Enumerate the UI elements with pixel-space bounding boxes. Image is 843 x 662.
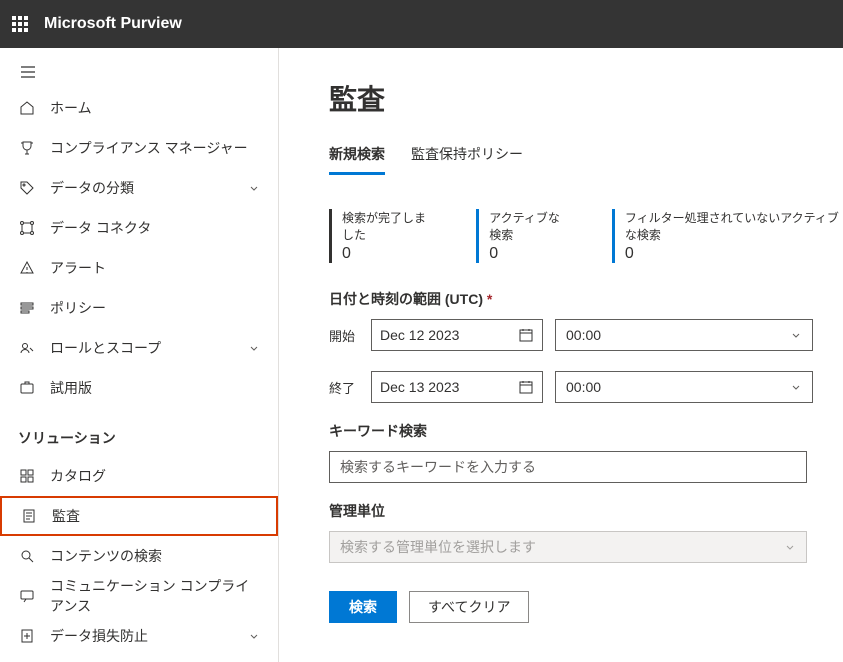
topbar: Microsoft Purview <box>0 0 843 48</box>
roles-icon <box>18 339 36 357</box>
sidebar-item-data-connectors[interactable]: データ コネクタ <box>0 208 278 248</box>
sidebar-toggle[interactable] <box>0 56 278 88</box>
sidebar-item-label: カタログ <box>50 466 260 486</box>
connector-icon <box>18 219 36 237</box>
trophy-icon <box>18 139 36 157</box>
sidebar: ホーム コンプライアンス マネージャー データの分類 データ コネクタ アラート <box>0 48 279 662</box>
sidebar-item-label: 試用版 <box>50 378 260 398</box>
sidebar-item-label: アラート <box>50 258 260 278</box>
policy-icon <box>18 299 36 317</box>
chevron-down-icon <box>248 182 260 194</box>
keyword-input[interactable] <box>329 451 807 483</box>
keyword-label: キーワード検索 <box>329 421 843 441</box>
chevron-down-icon <box>784 541 796 553</box>
sidebar-item-label: データ コネクタ <box>50 218 260 238</box>
stat-label: アクティブな検索 <box>489 209 572 243</box>
end-date-value: Dec 13 2023 <box>380 379 459 395</box>
alert-icon <box>18 259 36 277</box>
sidebar-section-title: ソリューション <box>0 408 278 456</box>
sidebar-item-alerts[interactable]: アラート <box>0 248 278 288</box>
sidebar-item-communication-compliance[interactable]: コミュニケーション コンプライアンス <box>0 576 278 616</box>
end-date-input[interactable]: Dec 13 2023 <box>371 371 543 403</box>
chevron-down-icon <box>248 342 260 354</box>
sidebar-item-label: コンテンツの検索 <box>50 546 260 566</box>
calendar-icon <box>518 379 534 395</box>
sidebar-item-label: ロールとスコープ <box>50 338 248 358</box>
stat-label: フィルター処理されていないアクティブな検索 <box>625 209 843 243</box>
page-title: 監査 <box>329 78 843 118</box>
end-time-value: 00:00 <box>566 379 601 395</box>
sidebar-item-compliance-manager[interactable]: コンプライアンス マネージャー <box>0 128 278 168</box>
stat-value: 0 <box>489 245 572 263</box>
start-time-value: 00:00 <box>566 327 601 343</box>
stat-unfiltered: フィルター処理されていないアクティブな検索 0 <box>612 209 843 263</box>
sidebar-item-trials[interactable]: 試用版 <box>0 368 278 408</box>
start-date-value: Dec 12 2023 <box>380 327 459 343</box>
search-button[interactable]: 検索 <box>329 591 397 623</box>
admin-unit-label: 管理単位 <box>329 501 843 521</box>
trial-icon <box>18 379 36 397</box>
daterange-label: 日付と時刻の範囲 (UTC) * <box>329 289 843 309</box>
sidebar-item-content-search[interactable]: コンテンツの検索 <box>0 536 278 576</box>
stat-label: 検索が完了しました <box>342 209 436 243</box>
chevron-down-icon <box>790 381 802 393</box>
end-label: 終了 <box>329 378 359 397</box>
main-content: 監査 新規検索 監査保持ポリシー 検索が完了しました 0 アクティブな検索 0 … <box>279 48 843 662</box>
start-label: 開始 <box>329 326 359 345</box>
catalog-icon <box>18 467 36 485</box>
sidebar-item-catalog[interactable]: カタログ <box>0 456 278 496</box>
admin-unit-placeholder: 検索する管理単位を選択します <box>340 537 536 557</box>
tag-icon <box>18 179 36 197</box>
admin-unit-select[interactable]: 検索する管理単位を選択します <box>329 531 807 563</box>
sidebar-item-data-classification[interactable]: データの分類 <box>0 168 278 208</box>
dlp-icon <box>18 627 36 645</box>
stat-value: 0 <box>342 245 436 263</box>
sidebar-item-label: コンプライアンス マネージャー <box>50 138 260 158</box>
calendar-icon <box>518 327 534 343</box>
stat-active: アクティブな検索 0 <box>476 209 572 263</box>
sidebar-item-dlp[interactable]: データ損失防止 <box>0 616 278 656</box>
start-time-input[interactable]: 00:00 <box>555 319 813 351</box>
sidebar-item-label: 監査 <box>52 506 258 526</box>
home-icon <box>18 99 36 117</box>
sidebar-item-label: コミュニケーション コンプライアンス <box>50 576 260 616</box>
sidebar-item-roles-scopes[interactable]: ロールとスコープ <box>0 328 278 368</box>
communication-icon <box>18 587 36 605</box>
brand-title: Microsoft Purview <box>44 15 182 33</box>
stats-row: 検索が完了しました 0 アクティブな検索 0 フィルター処理されていないアクティ… <box>329 209 843 263</box>
audit-icon <box>20 507 38 525</box>
sidebar-item-label: データの分類 <box>50 178 248 198</box>
start-date-input[interactable]: Dec 12 2023 <box>371 319 543 351</box>
tabs: 新規検索 監査保持ポリシー <box>329 144 843 175</box>
sidebar-item-label: ホーム <box>50 98 260 118</box>
chevron-down-icon <box>248 630 260 642</box>
search-icon <box>18 547 36 565</box>
sidebar-item-home[interactable]: ホーム <box>0 88 278 128</box>
tab-retention-policies[interactable]: 監査保持ポリシー <box>411 144 523 175</box>
stat-completed: 検索が完了しました 0 <box>329 209 436 263</box>
end-time-input[interactable]: 00:00 <box>555 371 813 403</box>
tab-new-search[interactable]: 新規検索 <box>329 144 385 175</box>
sidebar-item-policies[interactable]: ポリシー <box>0 288 278 328</box>
sidebar-item-label: データ損失防止 <box>50 626 248 646</box>
sidebar-item-label: ポリシー <box>50 298 260 318</box>
chevron-down-icon <box>790 329 802 341</box>
clear-all-button[interactable]: すべてクリア <box>409 591 529 623</box>
stat-value: 0 <box>625 245 843 263</box>
sidebar-item-audit[interactable]: 監査 <box>0 496 278 536</box>
app-launcher-icon[interactable] <box>12 16 28 32</box>
